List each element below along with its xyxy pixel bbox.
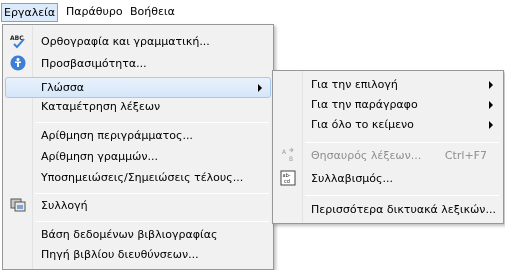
submenu-item-for-paragraph[interactable]: Για την παράγραφο	[275, 94, 501, 115]
menubar-tools-label: Εργαλεία	[4, 6, 56, 19]
language-submenu: Για την επιλογή Για την παράγραφο Για όλ…	[272, 70, 504, 224]
menu-item-accessibility-label: Προσβασιμότητα...	[41, 57, 147, 70]
menu-item-gallery-label: Συλλογή	[41, 199, 88, 212]
chevron-right-icon	[489, 101, 493, 109]
menu-item-bibliography-db-label: Βάση δεδομένων βιβλιογραφίας	[41, 228, 218, 241]
menu-separator	[35, 193, 269, 194]
menubar-window-label: Παράθυρο	[66, 5, 123, 18]
menu-item-footnotes-label: Υποσημειώσεις/Σημειώσεις τέλους...	[41, 171, 244, 184]
menu-item-language-label: Γλώσσα	[41, 81, 85, 94]
menu-separator	[305, 195, 499, 196]
svg-text:A: A	[282, 149, 287, 156]
tools-menu: ABC Ορθογραφία και γραμματική... Προσβασ…	[2, 24, 274, 270]
menu-item-word-count[interactable]: Καταμέτρηση λέξεων	[5, 96, 271, 117]
submenu-item-for-paragraph-label: Για την παράγραφο	[311, 98, 418, 111]
hyphenation-icon: ab- cd	[280, 170, 296, 186]
menu-item-line-numbering[interactable]: Αρίθμηση γραμμών...	[5, 146, 271, 167]
submenu-item-thesaurus[interactable]: A B Θησαυρός λέξεων... Ctrl+F7	[275, 145, 501, 166]
menu-item-line-numbering-label: Αρίθμηση γραμμών...	[41, 150, 158, 163]
submenu-item-thesaurus-label: Θησαυρός λέξεων...	[311, 149, 422, 162]
submenu-item-for-selection[interactable]: Για την επιλογή	[275, 74, 501, 95]
menu-item-footnotes[interactable]: Υποσημειώσεις/Σημειώσεις τέλους...	[5, 167, 271, 188]
menu-separator	[35, 221, 269, 222]
thesaurus-icon: A B	[280, 147, 296, 163]
menu-item-outline-numbering[interactable]: Αρίθμηση περιγράμματος...	[5, 125, 271, 146]
menu-item-word-count-label: Καταμέτρηση λέξεων	[41, 100, 161, 113]
menu-item-address-book-label: Πηγή βιβλίου διευθύνσεων...	[41, 248, 199, 261]
hyphenation-icon-bottom: cd	[284, 179, 290, 185]
menu-item-gallery[interactable]: Συλλογή	[5, 195, 271, 216]
svg-text:B: B	[289, 156, 293, 163]
menu-item-outline-numbering-label: Αρίθμηση περιγράμματος...	[41, 129, 193, 142]
submenu-item-for-all-text[interactable]: Για όλο το κείμενο	[275, 114, 501, 135]
submenu-item-hyphenation-label: Συλλαβισμός...	[311, 172, 393, 185]
submenu-item-thesaurus-shortcut: Ctrl+F7	[444, 149, 487, 162]
spellcheck-icon: ABC	[10, 33, 26, 49]
menu-item-bibliography-db[interactable]: Βάση δεδομένων βιβλιογραφίας	[5, 224, 271, 245]
chevron-right-icon	[489, 121, 493, 129]
submenu-item-for-selection-label: Για την επιλογή	[311, 78, 398, 91]
menubar: Εργαλεία Παράθυρο Βοήθεια	[0, 0, 505, 24]
gallery-icon	[10, 197, 26, 213]
submenu-item-more-dictionaries-label: Περισσότερα δικτυακά λεξικών...	[311, 203, 496, 216]
menu-item-spelling-label: Ορθογραφία και γραμματική...	[41, 35, 210, 48]
menubar-help[interactable]: Βοήθεια	[128, 3, 177, 22]
menu-separator	[35, 122, 269, 123]
submenu-item-more-dictionaries[interactable]: Περισσότερα δικτυακά λεξικών...	[275, 199, 501, 220]
menubar-help-label: Βοήθεια	[130, 5, 175, 18]
menu-item-accessibility[interactable]: Προσβασιμότητα...	[5, 53, 271, 74]
submenu-item-for-all-text-label: Για όλο το κείμενο	[311, 118, 414, 131]
menu-item-language[interactable]: Γλώσσα	[5, 77, 271, 98]
menubar-tools[interactable]: Εργαλεία	[1, 3, 59, 22]
menu-item-address-book[interactable]: Πηγή βιβλίου διευθύνσεων...	[5, 244, 271, 265]
menubar-window[interactable]: Παράθυρο	[64, 3, 125, 22]
chevron-right-icon	[489, 81, 493, 89]
chevron-right-icon	[258, 84, 262, 92]
submenu-item-hyphenation[interactable]: ab- cd Συλλαβισμός...	[275, 168, 501, 189]
menu-item-spelling[interactable]: ABC Ορθογραφία και γραμματική...	[5, 31, 271, 52]
accessibility-icon	[10, 55, 26, 71]
menu-separator	[305, 142, 499, 143]
